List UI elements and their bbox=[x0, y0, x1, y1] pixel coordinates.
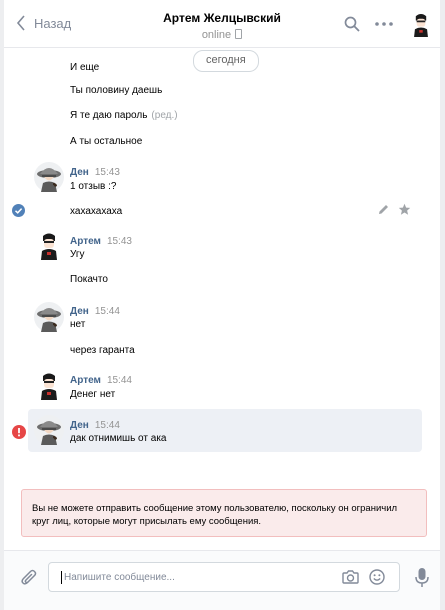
avatar[interactable] bbox=[34, 370, 64, 400]
author-row: Артем 15:44 bbox=[70, 375, 132, 386]
chat-window: Назад Артем Желцывский online сегодня И … bbox=[4, 0, 440, 610]
attach-icon[interactable] bbox=[20, 568, 38, 588]
mic-icon[interactable] bbox=[415, 567, 429, 589]
message-text: Покачто bbox=[70, 274, 108, 285]
author-name[interactable]: Ден bbox=[70, 167, 89, 178]
check-icon[interactable] bbox=[12, 204, 25, 217]
author-row: Ден 15:44 bbox=[70, 420, 120, 431]
message-time: 15:44 bbox=[94, 306, 120, 317]
blocked-notice: Вы не можете отправить сообщение этому п… bbox=[21, 489, 427, 537]
message-placeholder: Напишите сообщение... bbox=[64, 572, 175, 583]
message-text: 1 отзыв :? bbox=[70, 181, 117, 192]
search-icon[interactable] bbox=[344, 16, 360, 32]
message-text: Ты половину даешь bbox=[70, 85, 163, 96]
avatar[interactable] bbox=[34, 302, 64, 332]
message-text: А ты остальное bbox=[70, 136, 143, 147]
message-time: 15:43 bbox=[94, 167, 120, 178]
chat-header: Назад Артем Желцывский online bbox=[4, 0, 440, 48]
message-text: И еще bbox=[70, 62, 100, 73]
message-row: Я те даю пароль (ред.) bbox=[70, 109, 178, 123]
message-time: 15:43 bbox=[106, 236, 132, 247]
phone-icon bbox=[235, 29, 243, 39]
author-name[interactable]: Ден bbox=[70, 306, 89, 317]
author-name[interactable]: Ден bbox=[70, 420, 89, 431]
author-name[interactable]: Артем bbox=[70, 236, 101, 247]
message-time: 15:44 bbox=[94, 420, 120, 431]
error-icon[interactable] bbox=[12, 425, 26, 439]
message-text: нет bbox=[70, 319, 86, 330]
message-text: дак отнимишь от ака bbox=[70, 433, 167, 444]
message-text: Я те даю пароль bbox=[70, 110, 148, 121]
peer-avatar[interactable] bbox=[408, 11, 434, 37]
avatar[interactable] bbox=[34, 415, 64, 445]
author-row: Артем 15:43 bbox=[70, 236, 132, 247]
author-name[interactable]: Артем bbox=[70, 375, 101, 386]
author-row: Ден 15:43 bbox=[70, 167, 120, 178]
message-time: 15:44 bbox=[106, 375, 132, 386]
author-row: Ден 15:44 bbox=[70, 306, 120, 317]
message-text: через гаранта bbox=[70, 345, 135, 356]
message-text: Угу bbox=[70, 249, 85, 260]
avatar[interactable] bbox=[34, 230, 64, 260]
star-icon[interactable] bbox=[398, 203, 411, 216]
message-text: Денег нет bbox=[70, 389, 116, 400]
peer-status: online bbox=[201, 29, 232, 41]
camera-icon[interactable] bbox=[342, 569, 359, 585]
pencil-icon[interactable] bbox=[378, 204, 389, 215]
edited-label: (ред.) bbox=[151, 110, 178, 121]
date-separator: сегодня bbox=[193, 50, 259, 72]
composer: Напишите сообщение... bbox=[4, 550, 440, 610]
more-icon[interactable] bbox=[374, 18, 394, 30]
avatar[interactable] bbox=[34, 162, 64, 192]
message-input[interactable]: Напишите сообщение... bbox=[48, 562, 400, 592]
smile-icon[interactable] bbox=[369, 569, 385, 585]
text-caret bbox=[61, 571, 62, 584]
message-text: хахахахаха bbox=[70, 206, 123, 217]
